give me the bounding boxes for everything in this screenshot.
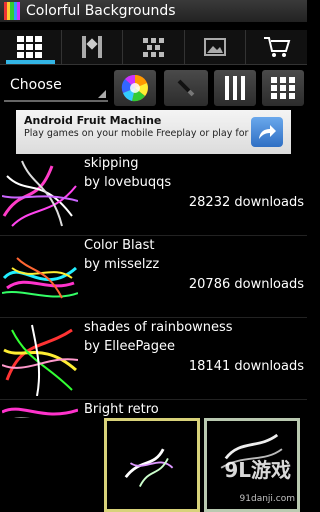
list-item[interactable]: shades of rainbowness by ElleePagee 1814… xyxy=(0,318,307,400)
choose-label: Choose xyxy=(10,77,62,93)
wallpaper-author: by lovebuqqs xyxy=(84,175,172,190)
tab-bar xyxy=(0,30,307,65)
brush-icon xyxy=(177,79,195,97)
download-count: 28232 downloads xyxy=(188,195,304,210)
columns-icon xyxy=(225,76,245,100)
wallpaper-thumbnail xyxy=(2,238,78,314)
ad-subtitle: Play games on your mobile Freeplay or pl… xyxy=(24,128,273,139)
tab-shop[interactable] xyxy=(246,30,307,64)
grid-layout-button[interactable] xyxy=(262,70,304,106)
preview-thumbnail[interactable] xyxy=(104,418,200,512)
download-count: 18141 downloads xyxy=(188,359,304,374)
title-bar: Colorful Backgrounds xyxy=(0,0,307,22)
dropdown-caret-icon xyxy=(98,90,106,98)
ad-title: Android Fruit Machine xyxy=(24,114,162,127)
grid-icon xyxy=(17,36,43,58)
wallpaper-title: skipping xyxy=(84,156,139,171)
share-arrow-icon xyxy=(259,125,276,139)
single-wallpaper-icon xyxy=(81,36,102,58)
list-item[interactable]: Color Blast by misselzz 20786 downloads xyxy=(0,236,307,318)
wallpaper-title: shades of rainbowness xyxy=(84,320,233,335)
choose-dropdown[interactable]: Choose xyxy=(4,72,108,102)
tab-single-wallpaper[interactable] xyxy=(62,30,124,64)
ad-open-button[interactable] xyxy=(251,117,283,147)
pattern-icon xyxy=(143,38,165,57)
list-item[interactable]: skipping by lovebuqqs 28232 downloads xyxy=(0,154,307,236)
wallpaper-title: Color Blast xyxy=(84,238,155,253)
watermark-url: 91danji.com xyxy=(239,494,295,504)
picture-icon xyxy=(204,38,227,56)
wallpaper-author: by ElleePagee xyxy=(84,339,175,354)
grid-icon xyxy=(271,77,295,99)
app-icon xyxy=(4,2,21,20)
wallpaper-author: by misselzz xyxy=(84,257,160,272)
tab-grid[interactable] xyxy=(0,30,62,64)
color-wheel-button[interactable] xyxy=(114,70,156,106)
download-count: 20786 downloads xyxy=(188,277,304,292)
wallpaper-thumbnail xyxy=(2,156,78,232)
tab-pattern[interactable] xyxy=(123,30,185,64)
shopping-cart-icon xyxy=(263,37,291,57)
wallpaper-thumbnail xyxy=(2,320,78,396)
brush-button[interactable] xyxy=(164,70,208,106)
color-wheel-icon xyxy=(121,74,148,102)
app-title: Colorful Backgrounds xyxy=(26,3,176,19)
controls-row: Choose xyxy=(0,68,307,110)
watermark-logo: 9L游戏 xyxy=(224,458,291,482)
ad-banner[interactable]: Android Fruit Machine Play games on your… xyxy=(16,110,291,154)
tab-picture[interactable] xyxy=(185,30,247,64)
columns-button[interactable] xyxy=(214,70,256,106)
wallpaper-title: Bright retro xyxy=(84,402,159,417)
preview-strip: 9L游戏 91danji.com xyxy=(0,418,307,512)
